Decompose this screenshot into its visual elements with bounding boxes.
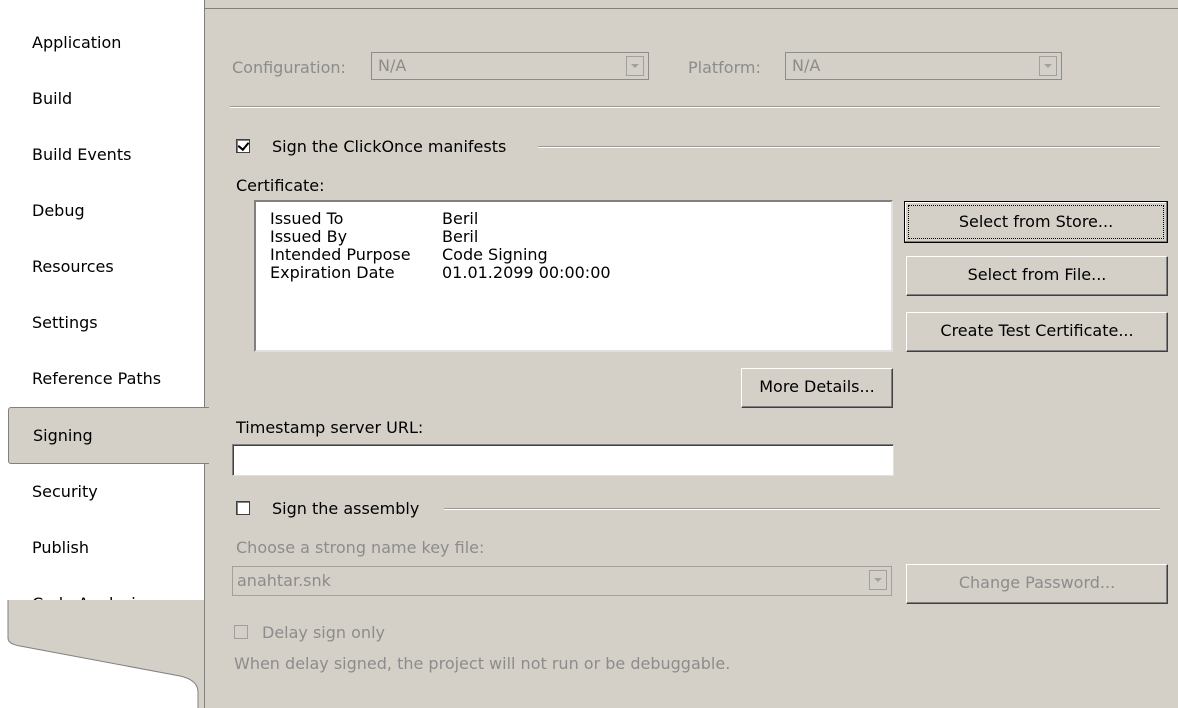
more-details-button[interactable]: More Details... [741, 368, 893, 408]
chevron-down-icon [1039, 56, 1057, 76]
tab-application[interactable]: Application [32, 28, 121, 58]
keyfile-label: Choose a strong name key file: [236, 538, 485, 557]
tab-strip-end [7, 600, 205, 708]
timestamp-url-input[interactable] [232, 444, 894, 476]
cert-value: 01.01.2099 00:00:00 [442, 263, 611, 282]
sidebar: Application Build Build Events Debug Res… [0, 0, 205, 708]
tab-signing-label: Signing [33, 426, 93, 445]
cert-row: Issued To Beril [270, 210, 478, 228]
cert-key: Issued By [270, 227, 348, 246]
tab-debug[interactable]: Debug [32, 196, 85, 226]
cert-value: Beril [442, 209, 479, 228]
sign-assembly-checkbox[interactable] [236, 501, 250, 515]
select-from-file-button[interactable]: Select from File... [906, 256, 1168, 296]
create-test-certificate-button[interactable]: Create Test Certificate... [906, 312, 1168, 352]
sign-clickonce-label[interactable]: Sign the ClickOnce manifests [272, 137, 506, 157]
platform-combo: N/A [785, 52, 1062, 80]
configuration-combo: N/A [371, 52, 649, 80]
delay-sign-checkbox [234, 625, 248, 639]
certificate-details-box: Issued To Beril Issued By Beril Intended P… [254, 200, 893, 352]
tab-build[interactable]: Build [32, 84, 72, 114]
delay-sign-note: When delay signed, the project will not … [234, 654, 731, 673]
configuration-label: Configuration: [232, 58, 346, 77]
tab-build-events[interactable]: Build Events [32, 140, 131, 170]
cert-key: Intended Purpose [270, 245, 411, 264]
tab-reference-paths[interactable]: Reference Paths [32, 364, 161, 394]
cert-row: Expiration Date 01.01.2099 00:00:00 [270, 264, 611, 282]
cert-row: Issued By Beril [270, 228, 478, 246]
timestamp-url-label: Timestamp server URL: [236, 418, 424, 437]
top-divider [205, 8, 1178, 9]
cert-key: Expiration Date [270, 263, 395, 282]
tab-settings[interactable]: Settings [32, 308, 98, 338]
keyfile-value: anahtar.snk [237, 571, 331, 590]
cert-value: Beril [442, 227, 479, 246]
sign-assembly-label[interactable]: Sign the assembly [272, 499, 419, 519]
platform-value: N/A [792, 56, 821, 75]
configuration-value: N/A [378, 56, 407, 75]
certificate-label: Certificate: [236, 176, 325, 195]
keyfile-combo: anahtar.snk [232, 566, 892, 596]
cert-value: Code Signing [442, 245, 548, 264]
change-password-button: Change Password... [906, 564, 1168, 604]
delay-sign-label: Delay sign only [262, 623, 385, 642]
chevron-down-icon [869, 570, 887, 590]
cert-key: Issued To [270, 209, 344, 228]
cert-row: Intended Purpose Code Signing [270, 246, 548, 264]
tab-resources[interactable]: Resources [32, 252, 114, 282]
sidebar-divider [204, 0, 205, 708]
sign-clickonce-checkbox[interactable] [236, 139, 250, 153]
tab-publish[interactable]: Publish [32, 533, 89, 563]
tab-security[interactable]: Security [32, 477, 98, 507]
chevron-down-icon [626, 56, 644, 76]
select-from-store-button[interactable]: Select from Store... [904, 201, 1168, 243]
platform-label: Platform: [688, 58, 761, 77]
tab-signing[interactable]: Signing [8, 407, 209, 464]
